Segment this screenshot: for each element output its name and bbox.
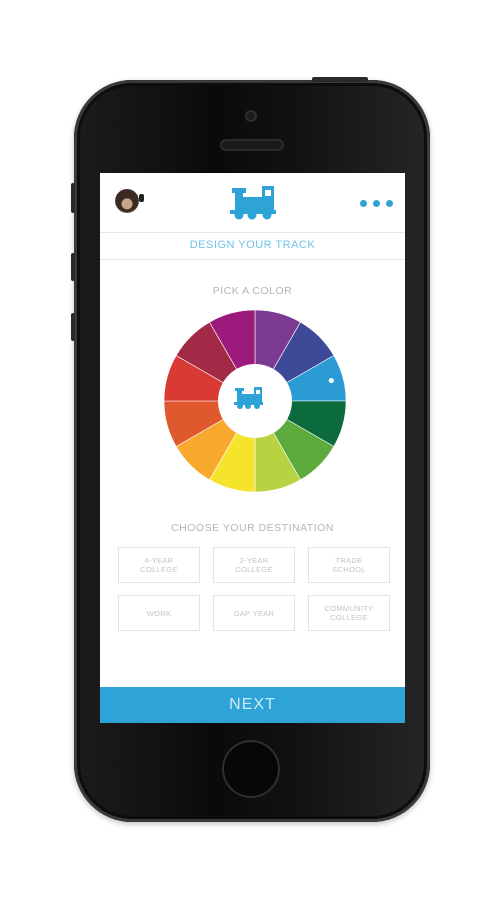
app-screen: DESIGN YOUR TRACK PICK A COLOR CHOOSE YO…: [100, 173, 405, 723]
destination-gap-year[interactable]: GAP YEAR: [213, 595, 295, 631]
next-button[interactable]: NEXT: [100, 687, 405, 723]
earpiece-speaker: [220, 139, 284, 151]
volume-down-button: [71, 313, 75, 341]
train-icon: [230, 186, 276, 220]
page-subtitle: DESIGN YOUR TRACK: [100, 233, 405, 260]
choose-destination-label: CHOOSE YOUR DESTINATION: [171, 522, 334, 534]
destination-community-college[interactable]: COMMUNITY COLLEGE: [308, 595, 390, 631]
volume-up-button: [71, 253, 75, 281]
destination-4-year-college[interactable]: 4-YEAR COLLEGE: [118, 547, 200, 583]
app-header: [100, 173, 405, 233]
pick-color-label: PICK A COLOR: [212, 285, 293, 297]
mute-switch: [71, 183, 75, 213]
home-button[interactable]: [222, 740, 280, 798]
selected-color-indicator: [328, 377, 334, 384]
destination-2-year-college[interactable]: 2-YEAR COLLEGE: [213, 547, 295, 583]
front-camera: [245, 110, 257, 122]
destination-work[interactable]: WORK: [118, 595, 200, 631]
power-button: [312, 77, 368, 82]
user-avatar[interactable]: [115, 189, 144, 213]
destination-trade-school[interactable]: TRADE SCHOOL: [308, 547, 390, 583]
color-wheel: [163, 309, 347, 493]
more-dots-icon[interactable]: [358, 193, 396, 215]
